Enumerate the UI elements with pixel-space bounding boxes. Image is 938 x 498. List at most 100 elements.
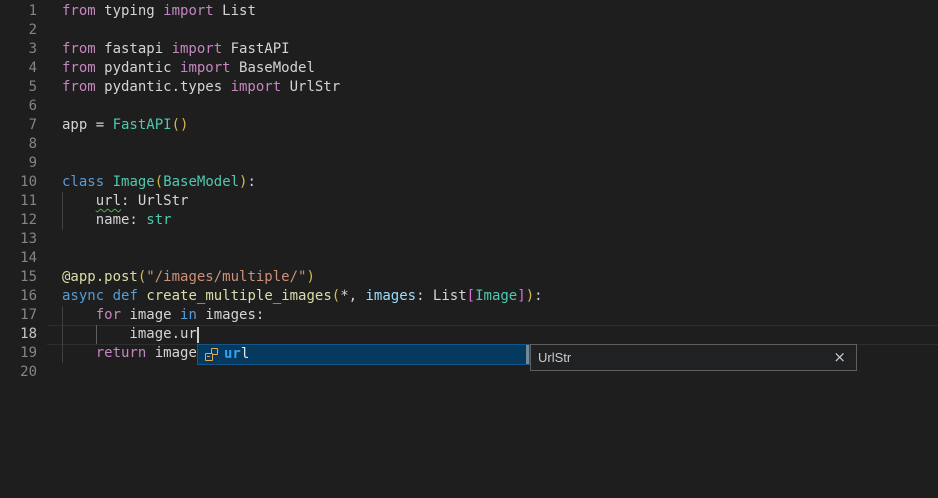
code-line[interactable]: 1 from typing import List (0, 2, 938, 21)
code-token: image (146, 345, 197, 361)
code-token: app = (62, 117, 113, 133)
code-token: create_multiple_images (146, 288, 331, 304)
line-number[interactable]: 12 (0, 211, 37, 230)
code-editor: 1 from typing import List 23 from fastapi i… (0, 0, 938, 498)
line-number[interactable]: 17 (0, 306, 37, 325)
code-line[interactable]: 4 from pydantic import BaseModel (0, 59, 938, 78)
code-token: ( (155, 174, 163, 190)
code-token: return (96, 345, 147, 361)
line-number[interactable]: 5 (0, 78, 37, 97)
code-token: images: (197, 307, 264, 323)
code-text: url: UrlStr (62, 192, 188, 211)
suggestion-detail-text: UrlStr (538, 348, 833, 367)
text-cursor (197, 327, 199, 343)
code-text: app = FastAPI() (62, 116, 188, 135)
code-line[interactable]: 13 (0, 230, 938, 249)
code-line[interactable]: 8 (0, 135, 938, 154)
line-number[interactable]: 11 (0, 192, 37, 211)
code-token: Image (113, 174, 155, 190)
code-text: return image (62, 344, 197, 363)
code-token: fastapi (96, 41, 172, 57)
code-token: Image (475, 288, 517, 304)
line-number[interactable]: 3 (0, 40, 37, 59)
code-token: List (214, 3, 256, 19)
code-token: ) (306, 269, 314, 285)
suggest-scrollbar-thumb[interactable] (526, 345, 529, 364)
code-token: in (180, 307, 197, 323)
code-token: ] (517, 288, 525, 304)
code-token: FastAPI (113, 117, 172, 133)
code-token: pydantic (96, 60, 180, 76)
code-token: ) (526, 288, 534, 304)
suggestion-label: url (224, 345, 249, 364)
line-number[interactable]: 13 (0, 230, 37, 249)
line-number[interactable]: 15 (0, 268, 37, 287)
code-token: ( (332, 288, 340, 304)
code-token: import (163, 3, 214, 19)
code-line[interactable]: 9 (0, 154, 938, 173)
code-line[interactable]: 12 name: str (0, 211, 938, 230)
code-token: name: (62, 212, 146, 228)
code-token: typing (96, 3, 163, 19)
code-token: [ (467, 288, 475, 304)
code-line[interactable]: 6 (0, 97, 938, 116)
close-icon[interactable]: × (833, 350, 846, 365)
line-number[interactable]: 8 (0, 135, 37, 154)
code-token: from (62, 60, 96, 76)
code-text: from typing import List (62, 2, 256, 21)
line-number[interactable]: 20 (0, 363, 37, 382)
code-token: str (146, 212, 171, 228)
code-token: @app.post (62, 269, 138, 285)
code-text: from pydantic.types import UrlStr (62, 78, 340, 97)
line-number[interactable]: 18 (0, 325, 37, 344)
line-number[interactable]: 1 (0, 2, 37, 21)
code-token: import (180, 60, 231, 76)
code-token: : UrlStr (121, 193, 188, 209)
suggestion-item-url[interactable]: url (198, 345, 529, 364)
code-text: from pydantic import BaseModel (62, 59, 315, 78)
code-token: pydantic.types (96, 79, 231, 95)
code-line[interactable]: 14 (0, 249, 938, 268)
code-line[interactable]: 10class Image(BaseModel): (0, 173, 938, 192)
line-number[interactable]: 19 (0, 344, 37, 363)
line-number[interactable]: 9 (0, 154, 37, 173)
code-token: from (62, 41, 96, 57)
code-token: BaseModel (231, 60, 315, 76)
code-line[interactable]: 5 from pydantic.types import UrlStr (0, 78, 938, 97)
line-number[interactable]: 14 (0, 249, 37, 268)
code-line[interactable]: 11 url: UrlStr (0, 192, 938, 211)
autocomplete-popup: url (197, 344, 530, 365)
code-token: "/images/multiple/" (146, 269, 306, 285)
line-number[interactable]: 6 (0, 97, 37, 116)
line-number[interactable]: 7 (0, 116, 37, 135)
code-token: url (96, 193, 121, 209)
code-line[interactable]: 3 from fastapi import FastAPI (0, 40, 938, 59)
code-line[interactable]: 18 image.ur (0, 325, 938, 344)
code-text: image.ur (62, 325, 197, 344)
line-number[interactable]: 4 (0, 59, 37, 78)
code-token: from (62, 79, 96, 95)
code-token (62, 193, 96, 209)
line-number[interactable]: 2 (0, 21, 37, 40)
code-token: *, (340, 288, 365, 304)
code-token: async (62, 288, 104, 304)
code-line[interactable]: 15 @app.post("/images/multiple/") (0, 268, 938, 287)
code-token: UrlStr (281, 79, 340, 95)
code-token: : (534, 288, 542, 304)
code-line[interactable]: 2 (0, 21, 938, 40)
code-text: @app.post("/images/multiple/") (62, 268, 315, 287)
line-number[interactable]: 10 (0, 173, 37, 192)
code-line[interactable]: 16async def create_multiple_images(*, im… (0, 287, 938, 306)
code-token: import (172, 41, 223, 57)
code-line[interactable]: 7 app = FastAPI() (0, 116, 938, 135)
code-token (62, 345, 96, 361)
code-token: from (62, 3, 96, 19)
code-line[interactable]: 17 for image in images: (0, 306, 938, 325)
code-area: 1 from typing import List 23 from fastapi i… (0, 2, 938, 382)
code-token: FastAPI (222, 41, 289, 57)
code-token (62, 307, 96, 323)
code-text: for image in images: (62, 306, 264, 325)
code-token: class (62, 174, 104, 190)
code-token: : (247, 174, 255, 190)
line-number[interactable]: 16 (0, 287, 37, 306)
